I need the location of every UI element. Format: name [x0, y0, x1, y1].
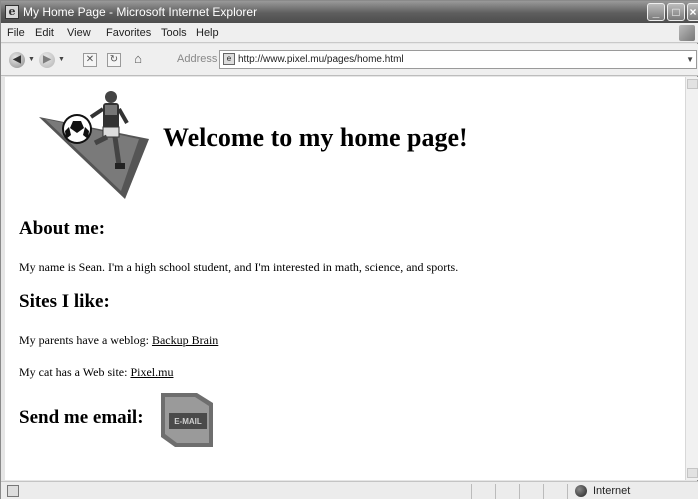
about-paragraph: My name is Sean. I'm a high school stude… — [19, 260, 459, 274]
internet-zone-icon — [575, 485, 587, 497]
address-label: Address — [177, 53, 218, 65]
address-input[interactable]: e http://www.pixel.mu/pages/home.html ▼ — [219, 50, 697, 69]
status-bar: Internet — [1, 481, 698, 499]
browser-window: e My Home Page - Microsoft Internet Expl… — [0, 0, 698, 499]
soccer-player-logo — [39, 91, 149, 199]
cat-prefix: My cat has a Web site: — [19, 365, 128, 379]
address-toolbar: ◀ ▼ ▶ ▼ ✕ ↻ ⌂ Address e http://www.pixel… — [1, 44, 698, 76]
about-heading: About me: — [19, 218, 106, 239]
menu-favorites[interactable]: Favorites — [106, 23, 151, 43]
scroll-up-icon[interactable] — [687, 79, 698, 89]
email-button-label: E-MAIL — [174, 417, 202, 426]
address-url[interactable]: http://www.pixel.mu/pages/home.html — [238, 51, 404, 68]
cat-paragraph: My cat has a Web site: Pixel.mu — [19, 365, 173, 380]
scroll-down-icon[interactable] — [687, 468, 698, 478]
vertical-scrollbar[interactable] — [685, 77, 698, 480]
security-zone-label: Internet — [593, 485, 631, 497]
blog-prefix: My parents have a weblog: — [19, 333, 149, 347]
app-icon: e — [5, 5, 19, 19]
refresh-icon[interactable]: ↻ — [107, 53, 121, 67]
status-divider — [567, 484, 568, 499]
menu-edit[interactable]: Edit — [35, 23, 54, 43]
windows-logo-icon — [679, 25, 695, 41]
title-bar: e My Home Page - Microsoft Internet Expl… — [1, 1, 698, 23]
menu-bar: File Edit View Favorites Tools Help — [1, 23, 698, 43]
forward-dropdown-icon[interactable]: ▼ — [58, 56, 65, 63]
minimize-icon[interactable]: _ — [647, 3, 665, 21]
page-icon: e — [223, 53, 235, 65]
menu-file[interactable]: File — [7, 23, 25, 43]
page-title: Welcome to my home page! — [163, 123, 468, 152]
email-heading: Send me email: — [19, 407, 144, 428]
status-page-icon — [7, 485, 19, 497]
stop-icon[interactable]: ✕ — [83, 53, 97, 67]
window-title: My Home Page - Microsoft Internet Explor… — [23, 5, 258, 19]
maximize-icon[interactable]: □ — [667, 3, 685, 21]
forward-icon[interactable]: ▶ — [39, 52, 55, 68]
menu-view[interactable]: View — [67, 23, 91, 43]
status-divider — [519, 484, 520, 499]
menu-tools[interactable]: Tools — [161, 23, 187, 43]
back-icon[interactable]: ◀ — [9, 52, 25, 68]
blog-paragraph: My parents have a weblog: Backup Brain — [19, 333, 218, 348]
blog-link[interactable]: Backup Brain — [152, 333, 218, 347]
status-divider — [471, 484, 472, 499]
status-divider — [495, 484, 496, 499]
home-icon[interactable]: ⌂ — [131, 52, 145, 67]
close-icon[interactable]: × — [687, 3, 698, 21]
cat-link[interactable]: Pixel.mu — [130, 365, 173, 379]
sites-heading: Sites I like: — [19, 291, 110, 312]
address-dropdown-icon[interactable]: ▼ — [686, 51, 694, 68]
status-divider — [543, 484, 544, 499]
email-button[interactable]: E-MAIL — [161, 393, 213, 447]
back-dropdown-icon[interactable]: ▼ — [28, 56, 35, 63]
page-content: Welcome to my home page! About me: My na… — [5, 77, 685, 480]
menu-help[interactable]: Help — [196, 23, 219, 43]
